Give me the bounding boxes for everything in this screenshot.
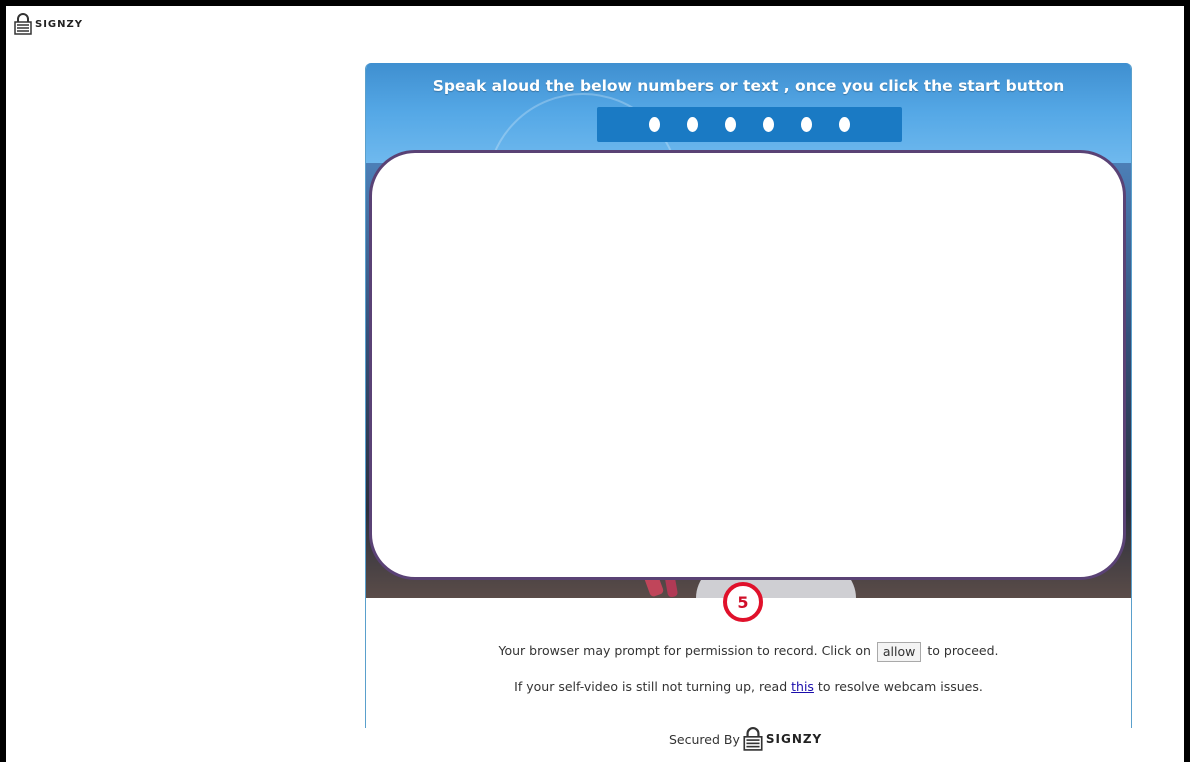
lock-icon (743, 727, 763, 751)
permission-message: Your browser may prompt for permission t… (365, 640, 1132, 662)
code-digit-placeholder (649, 117, 660, 132)
redaction-overlay (369, 150, 1126, 580)
permission-text-before: Your browser may prompt for permission t… (498, 643, 871, 658)
help-text-before: If your self-video is still not turning … (514, 679, 788, 694)
code-digit-placeholder (687, 117, 698, 132)
webcam-help-message: If your self-video is still not turning … (365, 677, 1132, 697)
code-digit-placeholder (801, 117, 812, 132)
step-marker: 5 (723, 582, 763, 622)
signzy-logo: SIGNZY (13, 13, 83, 35)
code-digit-placeholder (763, 117, 774, 132)
permission-text-after: to proceed. (927, 643, 999, 658)
code-display (597, 107, 902, 142)
card-header: Speak aloud the below numbers or text , … (366, 63, 1131, 287)
code-digit-placeholder (725, 117, 736, 132)
brand-name: SIGNZY (35, 18, 83, 30)
webcam-help-link[interactable]: this (791, 679, 814, 694)
allow-button-hint: allow (876, 641, 922, 662)
secured-by-footer: Secured By SIGNZY (669, 727, 822, 751)
secured-label: Secured By (669, 731, 740, 747)
code-digit-placeholder (839, 117, 850, 132)
lock-icon (14, 13, 32, 35)
footer-brand-name: SIGNZY (765, 732, 823, 746)
instruction-text: Speak aloud the below numbers or text , … (432, 77, 1065, 95)
help-text-after: to resolve webcam issues. (817, 679, 983, 694)
